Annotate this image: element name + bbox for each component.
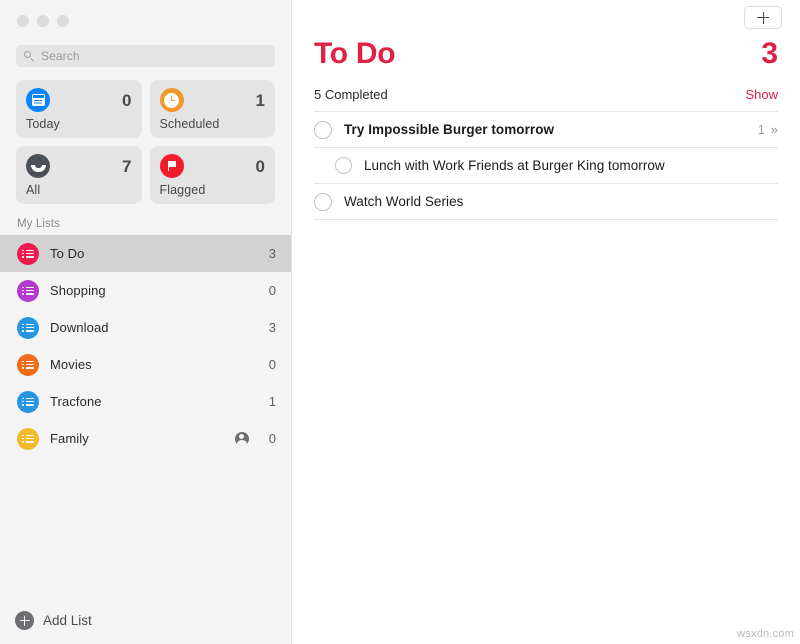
zoom-button[interactable] bbox=[57, 15, 69, 27]
sidebar-item-tracfone[interactable]: Tracfone 1 bbox=[0, 383, 291, 420]
sidebar-item-to-do[interactable]: To Do 3 bbox=[0, 235, 291, 272]
page-count: 3 bbox=[761, 37, 778, 70]
subtask-count: 1 bbox=[757, 122, 765, 137]
sidebar-item-family[interactable]: Family 0 bbox=[0, 420, 291, 457]
list-count: 3 bbox=[268, 320, 276, 335]
smart-list-scheduled[interactable]: 1 Scheduled bbox=[149, 80, 275, 138]
smart-card-top: 0 bbox=[26, 88, 132, 112]
smart-lists-grid: 0 Today 1 Scheduled 7 All 0 Flagged bbox=[0, 67, 291, 204]
list-header: To Do 3 bbox=[292, 0, 800, 71]
show-completed-link[interactable]: Show bbox=[745, 87, 778, 102]
my-lists-container: To Do 3 Shopping 0 Download 3 Movies 0 T… bbox=[0, 235, 291, 457]
subtask-indicator[interactable]: 1 » bbox=[758, 122, 778, 137]
reminder-title: Try Impossible Burger tomorrow bbox=[344, 122, 555, 137]
smart-list-label: Scheduled bbox=[159, 117, 220, 131]
reminder-row[interactable]: Lunch with Work Friends at Burger King t… bbox=[314, 147, 778, 183]
list-count: 0 bbox=[268, 357, 276, 372]
reminder-title: Lunch with Work Friends at Burger King t… bbox=[364, 158, 665, 173]
list-count: 0 bbox=[268, 283, 276, 298]
list-label: To Do bbox=[50, 246, 85, 261]
smart-list-count: 1 bbox=[255, 90, 265, 110]
shared-person-icon bbox=[235, 431, 249, 446]
search-placeholder: Search bbox=[41, 49, 80, 63]
page-title: To Do bbox=[314, 37, 396, 70]
smart-list-label: Today bbox=[26, 117, 60, 131]
list-icon bbox=[17, 316, 39, 339]
reminder-row[interactable]: Watch World Series bbox=[314, 183, 778, 220]
calendar-icon bbox=[26, 88, 50, 112]
smart-list-all[interactable]: 7 All bbox=[16, 146, 142, 204]
sidebar-item-shopping[interactable]: Shopping 0 bbox=[0, 272, 291, 309]
window-traffic-lights bbox=[0, 0, 291, 31]
tray-icon bbox=[26, 154, 50, 178]
my-lists-header: My Lists bbox=[17, 218, 60, 230]
list-count: 0 bbox=[268, 431, 276, 446]
search-input[interactable]: Search bbox=[16, 45, 275, 67]
list-label: Family bbox=[50, 431, 89, 446]
reminders-list: Try Impossible Burger tomorrow 1 » Lunch… bbox=[292, 111, 800, 220]
smart-list-today[interactable]: 0 Today bbox=[16, 80, 142, 138]
reminder-checkbox[interactable] bbox=[314, 192, 332, 211]
clock-icon bbox=[159, 88, 184, 112]
reminder-row[interactable]: Try Impossible Burger tomorrow 1 » bbox=[314, 111, 778, 147]
list-label: Shopping bbox=[50, 283, 106, 298]
add-reminder-button[interactable] bbox=[744, 6, 782, 29]
close-button[interactable] bbox=[17, 15, 29, 27]
list-icon bbox=[17, 242, 39, 265]
list-icon bbox=[17, 427, 39, 450]
smart-list-count: 7 bbox=[122, 156, 132, 176]
smart-list-count: 0 bbox=[122, 90, 132, 110]
search-container: Search bbox=[0, 31, 291, 67]
completed-bar: 5 Completed Show bbox=[292, 71, 800, 111]
watermark: wsxdn.com bbox=[737, 628, 794, 640]
sidebar-item-movies[interactable]: Movies 0 bbox=[0, 346, 291, 383]
list-label: Movies bbox=[50, 357, 92, 372]
sidebar: Search 0 Today 1 Scheduled 7 All 0 Flagg… bbox=[0, 0, 292, 644]
reminders-window: Search 0 Today 1 Scheduled 7 All 0 Flagg… bbox=[0, 0, 800, 644]
main-content: To Do 3 5 Completed Show Try Impossible … bbox=[292, 0, 800, 644]
list-icon bbox=[17, 279, 39, 302]
chevron-double-right-icon: » bbox=[770, 122, 778, 137]
list-label: Tracfone bbox=[50, 394, 102, 409]
flag-icon bbox=[159, 154, 184, 178]
completed-count-label: 5 Completed bbox=[314, 87, 388, 102]
add-list-button[interactable]: Add List bbox=[15, 611, 92, 630]
smart-list-label: All bbox=[26, 183, 41, 197]
list-count: 1 bbox=[268, 394, 276, 409]
smart-list-count: 0 bbox=[255, 156, 265, 176]
list-icon bbox=[17, 353, 39, 376]
smart-card-top: 0 bbox=[159, 154, 265, 178]
list-label: Download bbox=[50, 320, 109, 335]
plus-icon bbox=[757, 11, 769, 24]
smart-list-label: Flagged bbox=[159, 183, 206, 197]
reminder-title: Watch World Series bbox=[344, 194, 464, 209]
smart-list-flagged[interactable]: 0 Flagged bbox=[149, 146, 275, 204]
list-icon bbox=[17, 390, 39, 413]
search-icon bbox=[24, 50, 35, 62]
plus-circle-icon bbox=[15, 611, 34, 630]
sidebar-item-download[interactable]: Download 3 bbox=[0, 309, 291, 346]
reminder-checkbox[interactable] bbox=[335, 157, 352, 174]
smart-card-top: 1 bbox=[159, 88, 265, 112]
list-count: 3 bbox=[268, 246, 276, 261]
add-list-label: Add List bbox=[43, 613, 92, 628]
minimize-button[interactable] bbox=[37, 15, 49, 27]
reminder-checkbox[interactable] bbox=[314, 120, 332, 139]
smart-card-top: 7 bbox=[26, 154, 132, 178]
